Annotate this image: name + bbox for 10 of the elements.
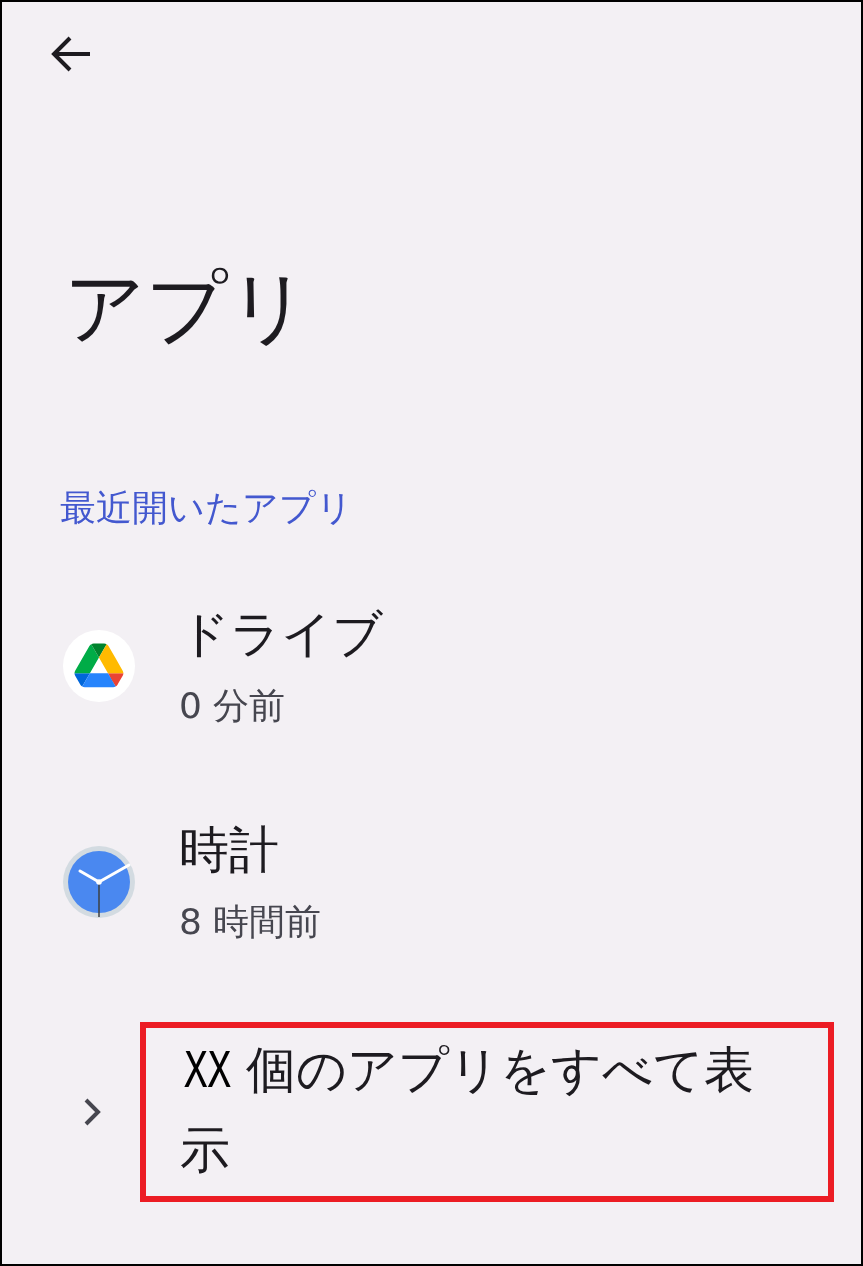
show-all-apps-link[interactable]: XX 個のアプリをすべて表示: [180, 1030, 780, 1190]
chevron-right-icon: [82, 1096, 102, 1128]
triangle-app-icon: [63, 630, 135, 702]
last-opened-time: 0 分前: [179, 684, 287, 728]
app-name[interactable]: ドライブ: [179, 602, 383, 666]
clock-icon: [63, 846, 135, 918]
app-name[interactable]: 時計: [179, 818, 322, 882]
section-header: 最近開いたアプリ: [60, 486, 354, 530]
page-title: アプリ: [64, 260, 311, 356]
last-opened-time: 8 時間前: [179, 900, 322, 944]
